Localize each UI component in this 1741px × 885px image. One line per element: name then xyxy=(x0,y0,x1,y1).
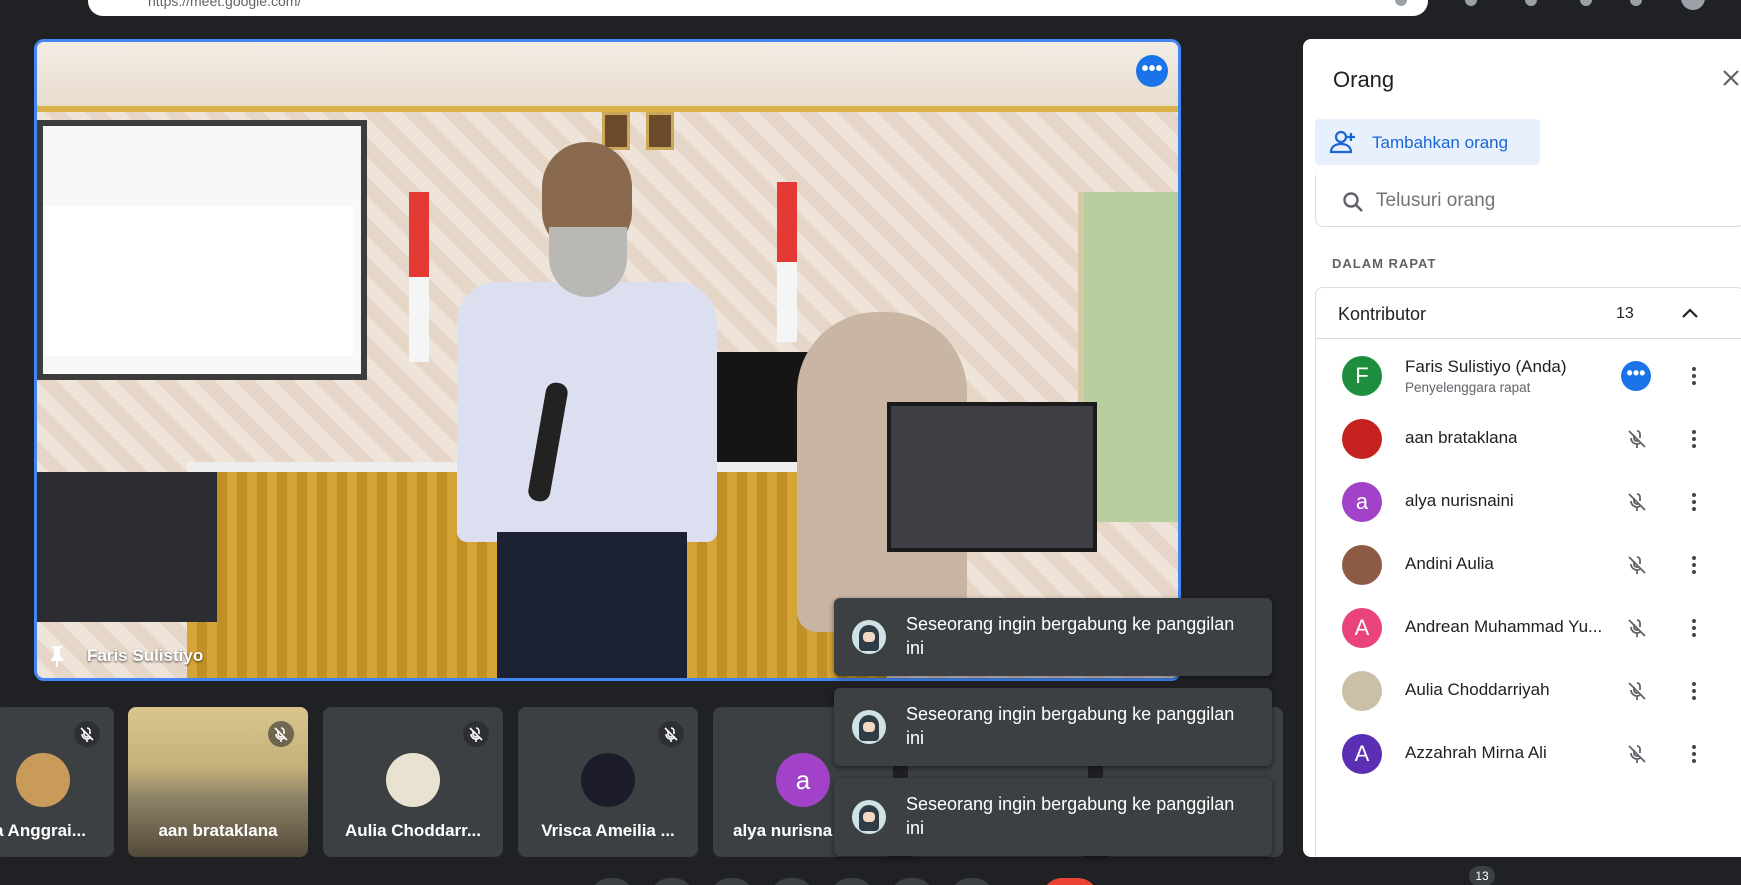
participant-name: Azzahrah Mirna Ali xyxy=(1405,743,1547,762)
add-people-label: Tambahkan orang xyxy=(1372,133,1509,152)
pinned-participant-name: Faris Sulistiyo xyxy=(87,646,204,665)
participant-name: aan brataklana xyxy=(1405,428,1518,447)
profile-avatar[interactable] xyxy=(1681,0,1705,10)
mic-off-icon xyxy=(1628,430,1646,448)
participant-role: Penyelenggara rapat xyxy=(1405,380,1531,395)
kebab-menu-icon[interactable] xyxy=(1682,490,1706,514)
captions-button[interactable] xyxy=(710,878,754,885)
kebab-menu-icon[interactable] xyxy=(1682,427,1706,451)
mic-off-icon xyxy=(1628,619,1646,637)
more-options-icon[interactable]: ••• xyxy=(1621,361,1651,391)
people-panel: Orang Tambahkan orang DALAM RAPAT Kontri… xyxy=(1303,39,1741,857)
speaker-figure xyxy=(427,102,747,678)
pinned-video-tile[interactable]: ••• Faris Sulistiyo xyxy=(34,39,1181,681)
participant-avatar xyxy=(386,753,440,807)
participant-row[interactable]: Aulia Choddarriyah xyxy=(1316,654,1741,724)
participant-name: Aulia Choddarr... xyxy=(344,821,482,840)
shield-icon[interactable] xyxy=(1580,0,1592,6)
mic-off-icon xyxy=(463,721,489,747)
search-icon xyxy=(1343,192,1363,212)
leave-call-button[interactable] xyxy=(1042,878,1098,885)
participant-name: Andrean Muhammad Yu... xyxy=(1405,617,1603,636)
download-icon[interactable] xyxy=(1525,0,1537,6)
participant-tile[interactable]: a Anggrai... xyxy=(0,707,114,857)
mic-button[interactable] xyxy=(590,878,634,885)
participant-avatar: a xyxy=(1342,482,1382,522)
join-request-toast[interactable]: Seseorang ingin bergabung ke panggilan i… xyxy=(834,688,1272,766)
close-icon[interactable] xyxy=(1719,66,1741,90)
participant-row[interactable]: Andini Aulia xyxy=(1316,528,1741,598)
add-people-button[interactable]: Tambahkan orang xyxy=(1315,119,1540,165)
participant-row[interactable]: a alya nurisnaini xyxy=(1316,465,1741,535)
participant-name: alya nurisnaini xyxy=(1405,491,1514,510)
kebab-menu-icon[interactable] xyxy=(1682,364,1706,388)
present-button[interactable] xyxy=(830,878,874,885)
mic-off-icon xyxy=(1628,682,1646,700)
chevron-up-icon[interactable] xyxy=(1678,302,1702,326)
reactions-button[interactable] xyxy=(890,878,934,885)
panel-title: Orang xyxy=(1333,67,1395,92)
puzzle-icon[interactable] xyxy=(1630,0,1642,6)
search-people-input[interactable] xyxy=(1376,185,1676,217)
camera-button[interactable] xyxy=(650,878,694,885)
participant-name: Faris Sulistiyo (Anda) xyxy=(1405,357,1567,376)
participant-tile[interactable]: aan brataklana xyxy=(128,707,308,857)
join-request-toast[interactable]: Seseorang ingin bergabung ke panggilan i… xyxy=(834,598,1272,676)
browser-toolbar: https://meet.google.com/ xyxy=(0,0,1741,20)
in-meeting-section-label: DALAM RAPAT xyxy=(1332,256,1437,271)
search-people-field[interactable] xyxy=(1315,175,1741,227)
mic-off-icon xyxy=(1628,745,1646,763)
kebab-menu-icon[interactable] xyxy=(1682,616,1706,640)
participant-avatar: F xyxy=(1342,356,1382,396)
contributors-count: 13 xyxy=(1616,305,1634,322)
participant-avatar xyxy=(1342,419,1382,459)
participant-name: a Anggrai... xyxy=(0,821,86,840)
participant-row[interactable]: aan brataklana xyxy=(1316,402,1741,472)
participant-avatar: A xyxy=(1342,608,1382,648)
mic-off-icon xyxy=(658,721,684,747)
participant-name: Andini Aulia xyxy=(1405,554,1494,573)
requester-avatar xyxy=(852,710,886,744)
participant-avatar xyxy=(1342,545,1382,585)
toast-message: Seseorang ingin bergabung ke panggilan i… xyxy=(906,614,1235,658)
requester-avatar xyxy=(852,620,886,654)
contributors-group-header[interactable]: Kontributor 13 xyxy=(1315,287,1741,339)
kebab-menu-icon[interactable] xyxy=(1682,553,1706,577)
contributors-label: Kontributor xyxy=(1338,304,1427,324)
participant-tile[interactable]: Aulia Choddarr... xyxy=(323,707,503,857)
kebab-menu-icon[interactable] xyxy=(1682,679,1706,703)
participant-avatar xyxy=(1342,671,1382,711)
toast-message: Seseorang ingin bergabung ke panggilan i… xyxy=(906,704,1235,748)
mic-off-icon xyxy=(74,721,100,747)
participant-row[interactable]: F Faris Sulistiyo (Anda) Penyelenggara r… xyxy=(1316,339,1741,409)
toast-message: Seseorang ingin bergabung ke panggilan i… xyxy=(906,794,1235,838)
participant-avatar xyxy=(581,753,635,807)
participant-count-badge: 13 xyxy=(1469,866,1495,885)
add-person-icon xyxy=(1329,130,1355,154)
participant-tile[interactable]: Vrisca Ameilia ... xyxy=(518,707,698,857)
mic-off-icon xyxy=(1628,556,1646,574)
requester-avatar xyxy=(852,800,886,834)
kebab-menu-icon[interactable] xyxy=(1682,742,1706,766)
participant-row[interactable]: A Andrean Muhammad Yu... xyxy=(1316,591,1741,661)
mic-off-icon xyxy=(1628,493,1646,511)
participant-row[interactable]: A Azzahrah Mirna Ali xyxy=(1316,717,1741,787)
pin-icon[interactable] xyxy=(49,645,65,667)
more-options-button[interactable] xyxy=(950,878,994,885)
participant-avatar xyxy=(16,753,70,807)
extension-icon[interactable] xyxy=(1465,0,1477,6)
participant-avatar: a xyxy=(776,753,830,807)
participant-name: Aulia Choddarriyah xyxy=(1405,680,1550,699)
address-bar[interactable]: https://meet.google.com/ xyxy=(88,0,1428,16)
participant-name: aan brataklana xyxy=(158,821,278,840)
video-more-options-button[interactable]: ••• xyxy=(1136,55,1168,87)
participant-name: Vrisca Ameilia ... xyxy=(541,821,675,840)
participant-list: F Faris Sulistiyo (Anda) Penyelenggara r… xyxy=(1315,339,1741,857)
address-bar-url: https://meet.google.com/ xyxy=(148,0,302,9)
join-request-toast[interactable]: Seseorang ingin bergabung ke panggilan i… xyxy=(834,778,1272,856)
participant-avatar: A xyxy=(1342,734,1382,774)
raise-hand-button[interactable] xyxy=(770,878,814,885)
mic-off-icon xyxy=(268,721,294,747)
